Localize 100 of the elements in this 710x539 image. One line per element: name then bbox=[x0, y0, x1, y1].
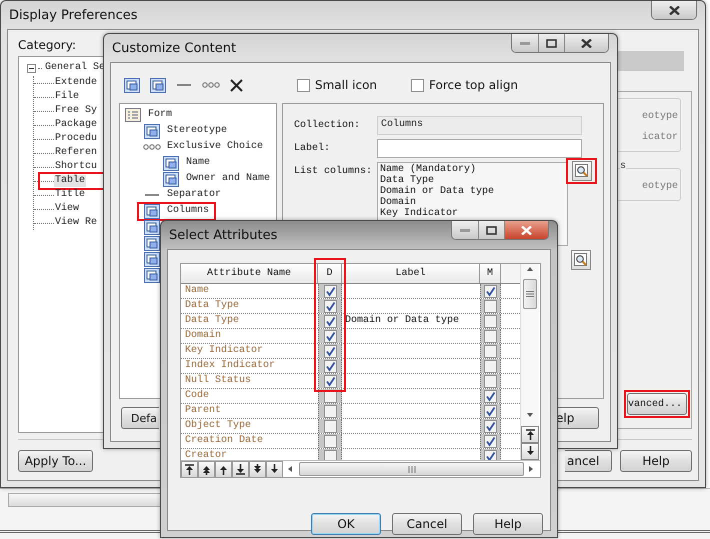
dialog-button[interactable]: Help bbox=[620, 450, 692, 472]
display-checkbox[interactable] bbox=[324, 404, 336, 418]
list-item[interactable]: Domain bbox=[380, 197, 565, 208]
tree-item[interactable]: Owner and Name bbox=[185, 173, 272, 185]
display-checkbox[interactable] bbox=[324, 330, 336, 342]
display-checkbox[interactable] bbox=[324, 420, 336, 432]
tree-item[interactable]: Package bbox=[54, 119, 98, 131]
mandatory-checkbox[interactable] bbox=[484, 374, 497, 388]
label-field[interactable] bbox=[377, 139, 582, 158]
tree-item[interactable]: Title bbox=[54, 189, 86, 201]
dialog-button[interactable]: Cancel bbox=[392, 513, 462, 535]
mandatory-checkbox[interactable] bbox=[484, 300, 497, 312]
list-item[interactable]: Domain or Data type bbox=[380, 186, 565, 197]
display-checkbox[interactable] bbox=[324, 284, 336, 298]
tree-item[interactable]: Stereotype bbox=[166, 125, 228, 137]
tree-item[interactable]: Columns bbox=[166, 205, 210, 217]
column-header[interactable]: Label bbox=[342, 264, 480, 283]
tree-item[interactable]: Shortcu bbox=[54, 161, 98, 173]
browse-button[interactable] bbox=[572, 161, 592, 181]
table-cell-text: Key Indicator bbox=[184, 344, 264, 358]
group-title: s bbox=[620, 161, 626, 172]
dialog-button[interactable]: Apply To... bbox=[18, 450, 93, 472]
move-button[interactable] bbox=[232, 460, 249, 478]
attribute-icon bbox=[144, 268, 160, 282]
display-checkbox[interactable] bbox=[324, 360, 336, 372]
tree-item[interactable]: Referen bbox=[54, 147, 98, 159]
add-attribute-button[interactable] bbox=[124, 78, 140, 92]
tree-item[interactable]: Procedu bbox=[54, 133, 98, 145]
separator-icon bbox=[176, 82, 192, 88]
mandatory-checkbox[interactable] bbox=[484, 344, 497, 358]
column-header[interactable]: M bbox=[480, 264, 501, 283]
mandatory-checkbox[interactable] bbox=[484, 330, 497, 342]
dialog-button[interactable]: Help bbox=[473, 513, 543, 535]
mandatory-checkbox[interactable] bbox=[484, 390, 497, 402]
mandatory-checkbox[interactable] bbox=[484, 450, 497, 460]
mandatory-checkbox[interactable] bbox=[484, 404, 497, 418]
close-button[interactable] bbox=[564, 34, 608, 52]
tree-item[interactable]: Form bbox=[147, 109, 174, 121]
tree-item[interactable]: File bbox=[54, 91, 80, 103]
scroll-top-button[interactable] bbox=[521, 426, 539, 443]
maximize-button[interactable] bbox=[478, 221, 504, 239]
move-button[interactable] bbox=[249, 460, 266, 478]
move-button[interactable] bbox=[198, 460, 215, 478]
vertical-scrollbar[interactable] bbox=[520, 264, 539, 460]
list-item[interactable]: Data Type bbox=[380, 175, 565, 186]
collapse-icon[interactable] bbox=[27, 64, 36, 72]
grip-icon bbox=[526, 291, 534, 297]
display-checkbox[interactable] bbox=[324, 374, 336, 388]
tree-item[interactable]: Table bbox=[54, 175, 86, 187]
mandatory-checkbox[interactable] bbox=[484, 360, 497, 372]
display-checkbox[interactable] bbox=[324, 450, 336, 460]
list-item[interactable]: Key Indicator bbox=[380, 208, 565, 219]
dialog-button[interactable]: ancel bbox=[565, 450, 612, 472]
scroll-bottom-button[interactable] bbox=[521, 443, 539, 460]
tree-item[interactable]: View bbox=[54, 203, 80, 215]
tree-item[interactable]: Free Sy bbox=[54, 105, 98, 117]
tree-item[interactable]: Name bbox=[185, 157, 212, 169]
display-checkbox[interactable] bbox=[324, 300, 336, 312]
add-separator-button[interactable] bbox=[176, 82, 192, 88]
checkbox[interactable] bbox=[411, 78, 424, 92]
tree-item[interactable]: Exclusive Choice bbox=[166, 141, 264, 153]
delete-button[interactable] bbox=[230, 78, 243, 92]
list-item[interactable]: Name (Mandatory) bbox=[380, 164, 565, 175]
tree-item[interactable]: View Re bbox=[54, 217, 98, 229]
advanced-button[interactable]: vanced... bbox=[627, 393, 687, 415]
table-cell-text: Data Type bbox=[184, 299, 240, 313]
window-title: Customize Content bbox=[112, 40, 238, 56]
mandatory-checkbox[interactable] bbox=[484, 314, 497, 328]
column-header[interactable]: Attribute Name bbox=[181, 264, 318, 283]
close-icon bbox=[521, 226, 532, 234]
table-cell-text: Domain bbox=[184, 329, 222, 343]
display-checkbox[interactable] bbox=[324, 314, 336, 328]
column-header[interactable]: D bbox=[318, 264, 342, 283]
add-choice-button[interactable] bbox=[202, 82, 220, 88]
option-checkbox[interactable]: Small icon bbox=[297, 78, 378, 92]
add-collection-button[interactable] bbox=[150, 78, 166, 92]
option-checkbox[interactable]: Force top align bbox=[411, 78, 518, 92]
mandatory-checkbox[interactable] bbox=[484, 434, 497, 448]
dialog-button[interactable]: Defa bbox=[121, 407, 159, 429]
display-checkbox[interactable] bbox=[324, 434, 336, 448]
collection-field[interactable]: Columns bbox=[377, 116, 582, 135]
tree-item[interactable]: Extende bbox=[54, 77, 98, 89]
checkbox[interactable] bbox=[297, 78, 310, 92]
mandatory-checkbox[interactable] bbox=[484, 284, 497, 298]
separator-icon bbox=[144, 192, 160, 198]
move-to-top-icon bbox=[184, 464, 195, 474]
display-checkbox[interactable] bbox=[324, 344, 336, 358]
arrow-up-icon bbox=[526, 266, 534, 274]
move-button[interactable] bbox=[215, 460, 232, 478]
move-button[interactable] bbox=[181, 460, 198, 478]
checkbox-label: Small icon bbox=[315, 78, 378, 92]
maximize-button[interactable] bbox=[538, 34, 564, 52]
close-button[interactable] bbox=[652, 1, 696, 19]
browse-button[interactable] bbox=[571, 250, 591, 270]
close-button[interactable] bbox=[504, 221, 548, 239]
search-icon bbox=[574, 253, 588, 267]
tree-item[interactable]: Separator bbox=[166, 189, 222, 201]
mandatory-checkbox[interactable] bbox=[484, 420, 497, 432]
move-button[interactable] bbox=[266, 460, 283, 478]
dialog-button[interactable]: OK bbox=[311, 513, 381, 535]
